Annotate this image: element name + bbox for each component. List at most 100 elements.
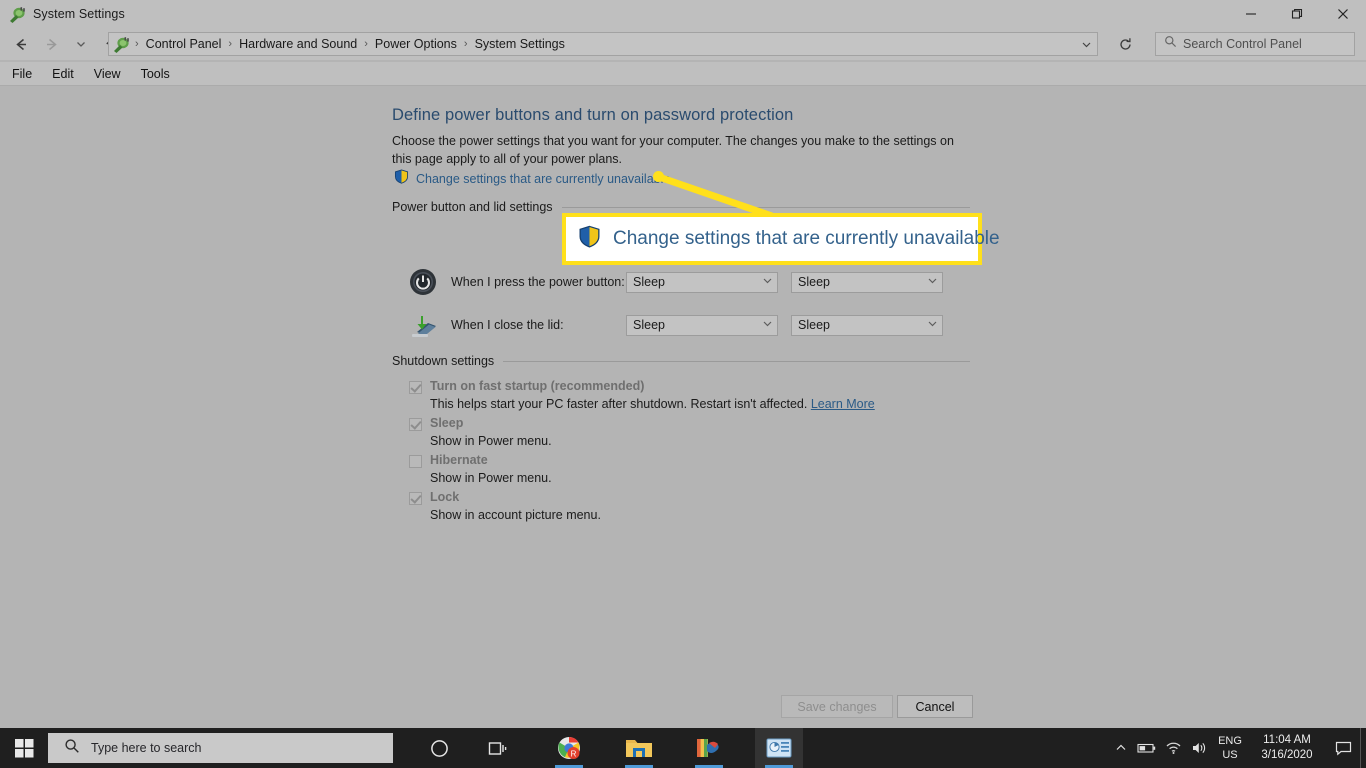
save-changes-button: Save changes <box>781 695 893 718</box>
battery-icon[interactable] <box>1134 728 1160 768</box>
power-button-icon <box>408 267 438 297</box>
address-bar[interactable]: › Control Panel › Hardware and Sound › P… <box>108 32 1098 56</box>
language-bottom: US <box>1222 749 1238 761</box>
checkbox-fast-startup[interactable]: Turn on fast startup (recommended) <box>409 379 644 394</box>
taskbar-search-input[interactable]: Type here to search <box>48 733 393 763</box>
chevron-down-icon <box>762 316 773 334</box>
page-title: Define power buttons and turn on passwor… <box>392 106 794 124</box>
paint-icon[interactable] <box>685 728 733 768</box>
checkbox-indicator[interactable] <box>409 455 422 468</box>
power-button-battery-dropdown[interactable]: Sleep <box>626 271 778 293</box>
save-changes-label: Save changes <box>797 699 877 714</box>
group-divider <box>561 206 970 208</box>
window-controls <box>1228 0 1366 28</box>
chevron-down-icon <box>927 316 938 334</box>
close-lid-battery-dropdown[interactable]: Sleep <box>626 314 778 336</box>
address-power-plug-icon <box>113 36 130 53</box>
back-arrow-icon[interactable] <box>8 31 34 57</box>
screen: System Settings › Control Panel › Hardwa… <box>0 0 1366 768</box>
uac-shield-icon <box>578 225 601 253</box>
clock-time: 11:04 AM <box>1263 734 1311 746</box>
power-button-plugged-dropdown[interactable]: Sleep <box>791 271 943 293</box>
page-description: Choose the power settings that you want … <box>392 134 954 166</box>
group-power-lid-label: Power button and lid settings <box>392 200 553 214</box>
close-lid-battery-value: Sleep <box>633 318 665 332</box>
recent-locations-icon[interactable] <box>68 31 94 57</box>
chevron-down-icon[interactable] <box>1076 33 1096 55</box>
checkbox-sleep[interactable]: Sleep <box>409 416 463 431</box>
checkbox-lock[interactable]: Lock <box>409 490 459 505</box>
power-button-plugged-value: Sleep <box>798 275 830 289</box>
show-desktop-button[interactable] <box>1360 728 1366 768</box>
checkbox-indicator[interactable] <box>409 418 422 431</box>
checkbox-hibernate-label: Hibernate <box>430 453 488 467</box>
callout-text: Change settings that are currently unava… <box>613 228 1000 249</box>
window-title: System Settings <box>33 7 125 21</box>
close-icon[interactable] <box>1320 0 1366 28</box>
learn-more-link[interactable]: Learn More <box>811 397 875 411</box>
chrome-icon[interactable]: R <box>545 728 593 768</box>
callout-box: Change settings that are currently unava… <box>562 213 1000 265</box>
control-panel-icon[interactable] <box>755 728 803 768</box>
fast-startup-description-text: This helps start your PC faster after sh… <box>430 397 808 411</box>
chevron-up-icon[interactable] <box>1108 728 1134 768</box>
menu-bar: File Edit View Tools <box>0 62 1366 86</box>
language-indicator[interactable]: ENG US <box>1212 728 1248 768</box>
maximize-icon[interactable] <box>1274 0 1320 28</box>
change-settings-link[interactable]: Change settings that are currently unava… <box>394 169 670 189</box>
close-lid-label: When I close the lid: <box>451 318 564 332</box>
power-button-battery-value: Sleep <box>633 275 665 289</box>
laptop-lid-icon <box>408 310 438 340</box>
close-lid-plugged-value: Sleep <box>798 318 830 332</box>
cortana-circle-icon[interactable] <box>415 728 463 768</box>
checkbox-indicator[interactable] <box>409 492 422 505</box>
breadcrumb-hardware-and-sound[interactable]: Hardware and Sound <box>237 37 359 51</box>
file-explorer-icon[interactable] <box>615 728 663 768</box>
lock-description: Show in account picture menu. <box>430 508 601 522</box>
checkbox-hibernate[interactable]: Hibernate <box>409 453 488 468</box>
breadcrumb-separator: › <box>364 38 368 50</box>
breadcrumb-control-panel[interactable]: Control Panel <box>144 37 224 51</box>
action-center-icon[interactable] <box>1326 728 1360 768</box>
clock-date: 3/16/2020 <box>1261 749 1313 761</box>
content-area: Define power buttons and turn on passwor… <box>0 87 1366 728</box>
breadcrumb-power-options[interactable]: Power Options <box>373 37 459 51</box>
breadcrumb-separator: › <box>228 38 233 50</box>
search-icon <box>64 738 80 759</box>
chevron-down-icon <box>762 273 773 291</box>
menu-file[interactable]: File <box>2 67 42 81</box>
speaker-icon[interactable] <box>1186 728 1212 768</box>
minimize-icon[interactable] <box>1228 0 1274 28</box>
uac-shield-icon <box>394 169 409 189</box>
cancel-button[interactable]: Cancel <box>897 695 973 718</box>
breadcrumb-separator: › <box>135 38 139 50</box>
setting-row-close-lid: When I close the lid: Sleep Sleep <box>408 310 943 340</box>
fast-startup-description: This helps start your PC faster after sh… <box>430 397 875 411</box>
group-shutdown-settings: Shutdown settings <box>392 354 970 368</box>
chevron-down-icon <box>927 273 938 291</box>
windows-logo-icon[interactable] <box>0 728 48 768</box>
wifi-icon[interactable] <box>1160 728 1186 768</box>
checkbox-fast-startup-label: Turn on fast startup (recommended) <box>430 379 645 393</box>
menu-edit[interactable]: Edit <box>42 67 84 81</box>
menu-tools[interactable]: Tools <box>131 67 180 81</box>
power-button-label: When I press the power button: <box>451 275 625 289</box>
search-icon <box>1164 35 1177 53</box>
checkbox-lock-label: Lock <box>430 490 460 504</box>
power-plug-icon <box>9 6 26 23</box>
language-top: ENG <box>1218 735 1242 747</box>
task-view-icon[interactable] <box>473 728 521 768</box>
breadcrumb-system-settings[interactable]: System Settings <box>473 37 567 51</box>
close-lid-plugged-dropdown[interactable]: Sleep <box>791 314 943 336</box>
control-panel-search-input[interactable]: Search Control Panel <box>1155 32 1355 56</box>
refresh-icon[interactable] <box>1110 32 1140 56</box>
group-power-lid-settings: Power button and lid settings <box>392 200 970 214</box>
system-tray: ENG US 11:04 AM 3/16/2020 <box>1108 728 1366 768</box>
group-divider <box>503 360 970 362</box>
clock[interactable]: 11:04 AM 3/16/2020 <box>1248 728 1326 768</box>
menu-view[interactable]: View <box>84 67 131 81</box>
cancel-label: Cancel <box>915 699 955 714</box>
checkbox-indicator[interactable] <box>409 381 422 394</box>
group-shutdown-label: Shutdown settings <box>392 354 495 368</box>
hibernate-description: Show in Power menu. <box>430 471 552 485</box>
